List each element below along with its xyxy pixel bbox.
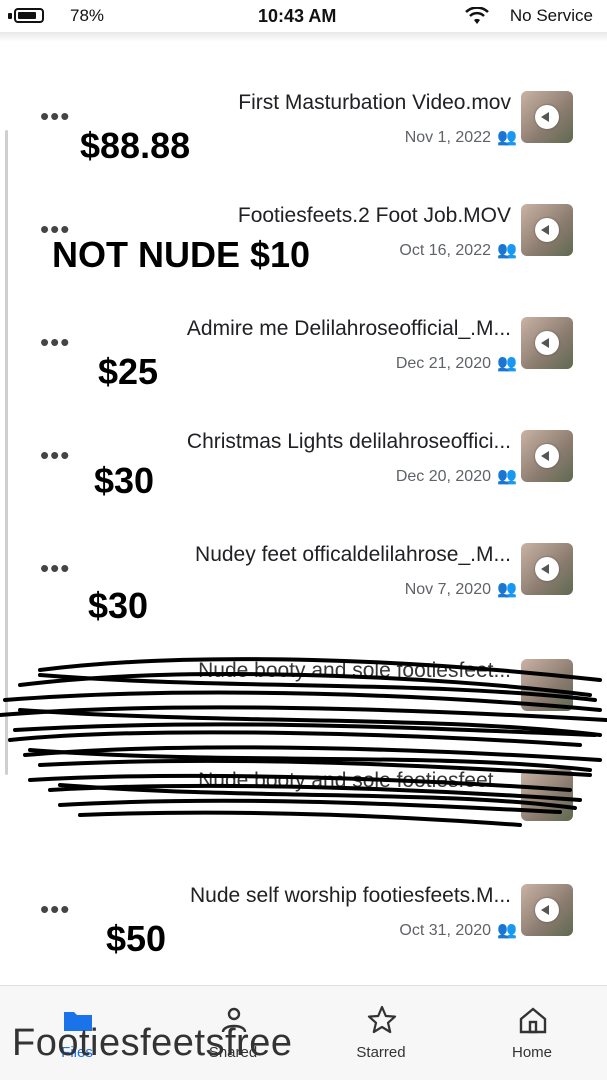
price-annotation: NOT NUDE $10 bbox=[52, 234, 311, 275]
file-name: Christmas Lights delilahroseoffici... bbox=[186, 430, 511, 453]
video-thumbnail bbox=[521, 543, 573, 595]
carrier-label: No Service bbox=[509, 6, 593, 25]
battery-percent: 78% bbox=[70, 6, 105, 25]
video-thumbnail bbox=[521, 884, 573, 936]
file-date: Oct 31, 2020 👥 bbox=[399, 920, 517, 940]
file-date: Oct 16, 2022 👥 bbox=[399, 240, 517, 260]
price-annotation: $30 bbox=[88, 585, 149, 626]
list-item[interactable]: Nude self worship footiesfeets.M... Oct … bbox=[0, 868, 607, 978]
video-thumbnail bbox=[521, 91, 573, 143]
price-annotation: $88.88 bbox=[80, 125, 191, 166]
file-name: First Masturbation Video.mov bbox=[238, 91, 511, 114]
watermark-text: Footiesfeetsfree bbox=[12, 1022, 293, 1064]
price-annotation: $30 bbox=[94, 460, 155, 501]
nav-starred[interactable]: Starred bbox=[336, 986, 426, 1076]
star-icon bbox=[367, 1005, 397, 1034]
price-annotation: $25 bbox=[98, 351, 159, 392]
nav-home-label: Home bbox=[511, 1044, 552, 1061]
battery-cap bbox=[8, 13, 12, 19]
file-name: Nude self worship footiesfeets.M... bbox=[190, 884, 511, 907]
list-item[interactable]: First Masturbation Video.mov Nov 1, 2022… bbox=[0, 75, 607, 185]
file-date: Nov 7, 2020 👥 bbox=[404, 579, 517, 599]
play-icon bbox=[535, 331, 559, 355]
shared-people-icon: 👥 bbox=[497, 922, 517, 939]
file-date-text: Nov 1, 2022 bbox=[404, 129, 491, 146]
list-item[interactable]: Nudey feet officaldelilahrose_.M... Nov … bbox=[0, 527, 607, 637]
file-date: Dec 20, 2020 👥 bbox=[395, 466, 517, 486]
wifi-icon bbox=[465, 7, 489, 24]
more-options-button[interactable]: ••• bbox=[40, 327, 70, 358]
shared-people-icon: 👥 bbox=[497, 355, 517, 372]
file-name: Nudey feet officaldelilahrose_.M... bbox=[195, 543, 511, 566]
play-icon bbox=[535, 218, 559, 242]
battery-icon bbox=[14, 8, 44, 23]
file-date-text: Dec 21, 2020 bbox=[395, 355, 491, 372]
file-date-text: Nov 7, 2020 bbox=[404, 581, 491, 598]
file-date: Nov 1, 2022 👥 bbox=[404, 127, 517, 147]
file-date-text: Oct 16, 2022 bbox=[399, 242, 491, 259]
list-item[interactable]: Footiesfeets.2 Foot Job.MOV Oct 16, 2022… bbox=[0, 188, 607, 298]
video-thumbnail bbox=[521, 317, 573, 369]
list-item[interactable]: Admire me Delilahroseofficial_.M... Dec … bbox=[0, 301, 607, 411]
play-icon bbox=[535, 898, 559, 922]
video-thumbnail bbox=[521, 204, 573, 256]
more-options-button[interactable]: ••• bbox=[40, 101, 70, 132]
shared-people-icon: 👥 bbox=[497, 468, 517, 485]
shared-people-icon: 👥 bbox=[497, 242, 517, 259]
file-name: Admire me Delilahroseofficial_.M... bbox=[186, 317, 511, 340]
status-bar: 78% 10:43 AM No Service bbox=[0, 0, 607, 32]
file-date-text: Dec 20, 2020 bbox=[395, 468, 491, 485]
header-shadow bbox=[0, 32, 607, 42]
video-thumbnail bbox=[521, 430, 573, 482]
play-icon bbox=[535, 557, 559, 581]
price-annotation: $50 bbox=[106, 918, 167, 959]
more-options-button[interactable]: ••• bbox=[40, 553, 70, 584]
shared-people-icon: 👥 bbox=[497, 129, 517, 146]
clock: 10:43 AM bbox=[258, 6, 337, 26]
nav-starred-label: Starred bbox=[356, 1044, 406, 1061]
play-icon bbox=[535, 105, 559, 129]
more-options-button[interactable]: ••• bbox=[40, 894, 70, 925]
home-icon bbox=[519, 1007, 547, 1034]
shared-people-icon: 👥 bbox=[497, 581, 517, 598]
file-date: Dec 21, 2020 👥 bbox=[395, 353, 517, 373]
file-date-text: Oct 31, 2020 bbox=[399, 922, 491, 939]
list-item[interactable]: Christmas Lights delilahroseoffici... De… bbox=[0, 414, 607, 524]
file-name: Footiesfeets.2 Foot Job.MOV bbox=[237, 204, 511, 227]
redaction-scribble bbox=[0, 657, 607, 827]
more-options-button[interactable]: ••• bbox=[40, 440, 70, 471]
play-icon bbox=[535, 444, 559, 468]
nav-home[interactable]: Home bbox=[487, 986, 577, 1076]
